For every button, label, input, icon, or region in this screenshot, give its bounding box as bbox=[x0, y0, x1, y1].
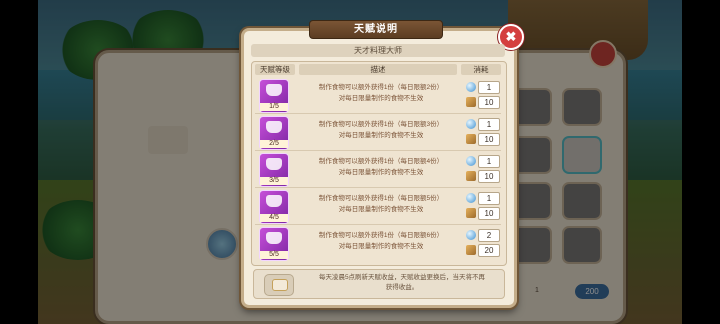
row-description: 制作食物可以额外获得1份（每日限额5份） 对每日限量制作的食物不生效 bbox=[301, 193, 461, 215]
row-description: 制作食物可以额外获得1份（每日限额4份） 对每日限量制作的食物不生效 bbox=[301, 156, 461, 178]
orb-icon bbox=[466, 119, 476, 129]
row-cost: 2 20 bbox=[464, 226, 504, 260]
footer-line: 获得收益。 bbox=[385, 284, 419, 291]
orb-cost: 2 bbox=[478, 229, 500, 242]
table-row: 3/5 制作食物可以额外获得1份（每日限额4份） 对每日限量制作的食物不生效 1 … bbox=[255, 152, 504, 187]
orb-icon bbox=[466, 230, 476, 240]
row-cost: 1 10 bbox=[464, 115, 504, 149]
row-description: 制作食物可以额外获得1份（每日限额6份） 对每日限量制作的食物不生效 bbox=[301, 230, 461, 252]
talent-level-icon: 2/5 bbox=[259, 116, 289, 150]
book-cost: 10 bbox=[478, 207, 500, 220]
cake-icon bbox=[272, 279, 288, 291]
table-row: 2/5 制作食物可以额外获得1份（每日限额3份） 对每日限量制作的食物不生效 1 … bbox=[255, 115, 504, 150]
level-label: 3/5 bbox=[260, 177, 288, 185]
footer-note: 每天凌晨5点刷新天赋收益，天赋收益更换后，当天将不再 获得收益。 bbox=[306, 273, 498, 293]
table-row: 1/5 制作食物可以额外获得1份（每日限额2份） 对每日限量制作的食物不生效 1 … bbox=[255, 78, 504, 113]
desc-line: 制作食物可以额外获得1份（每日限额6份） bbox=[318, 232, 444, 239]
book-cost: 10 bbox=[478, 96, 500, 109]
desc-line: 对每日限量制作的食物不生效 bbox=[338, 169, 424, 176]
orb-icon bbox=[466, 156, 476, 166]
column-header-desc: 描述 bbox=[299, 64, 457, 75]
orb-cost: 1 bbox=[478, 118, 500, 131]
row-description: 制作食物可以额外获得1份（每日限额3份） 对每日限量制作的食物不生效 bbox=[301, 119, 461, 141]
talent-name: 天才料理大师 bbox=[251, 44, 505, 57]
talent-level-icon: 1/5 bbox=[259, 79, 289, 113]
chef-hat-icon bbox=[266, 121, 282, 133]
row-cost: 1 10 bbox=[464, 189, 504, 223]
orb-cost: 1 bbox=[478, 81, 500, 94]
column-header-cost: 消耗 bbox=[461, 64, 501, 75]
desc-line: 制作食物可以额外获得1份（每日限额2份） bbox=[318, 84, 444, 91]
desc-line: 对每日限量制作的食物不生效 bbox=[338, 95, 424, 102]
level-label: 5/5 bbox=[260, 251, 288, 259]
desc-line: 对每日限量制作的食物不生效 bbox=[338, 132, 424, 139]
divider bbox=[255, 150, 501, 151]
chef-hat-icon bbox=[266, 232, 282, 244]
book-cost: 10 bbox=[478, 133, 500, 146]
desc-line: 制作食物可以额外获得1份（每日限额5份） bbox=[318, 195, 444, 202]
level-label: 1/5 bbox=[260, 103, 288, 111]
divider bbox=[255, 224, 501, 225]
book-icon bbox=[466, 97, 476, 107]
desc-line: 制作食物可以额外获得1份（每日限额4份） bbox=[318, 158, 444, 165]
book-cost: 20 bbox=[478, 244, 500, 257]
row-cost: 1 10 bbox=[464, 152, 504, 186]
book-icon bbox=[466, 171, 476, 181]
talent-level-icon: 3/5 bbox=[259, 153, 289, 187]
orb-cost: 1 bbox=[478, 155, 500, 168]
chef-hat-icon bbox=[266, 158, 282, 170]
table-row: 5/5 制作食物可以额外获得1份（每日限额6份） 对每日限量制作的食物不生效 2 … bbox=[255, 226, 504, 261]
dialog-title: 天赋说明 bbox=[309, 20, 443, 39]
desc-line: 对每日限量制作的食物不生效 bbox=[338, 206, 424, 213]
talent-level-icon: 5/5 bbox=[259, 227, 289, 261]
food-plate-icon bbox=[264, 274, 294, 296]
desc-line: 对每日限量制作的食物不生效 bbox=[338, 243, 424, 250]
table-row: 4/5 制作食物可以额外获得1份（每日限额5份） 对每日限量制作的食物不生效 1 … bbox=[255, 189, 504, 224]
book-icon bbox=[466, 208, 476, 218]
desc-line: 制作食物可以额外获得1份（每日限额3份） bbox=[318, 121, 444, 128]
orb-icon bbox=[466, 82, 476, 92]
divider bbox=[255, 187, 501, 188]
row-description: 制作食物可以额外获得1份（每日限额2份） 对每日限量制作的食物不生效 bbox=[301, 82, 461, 104]
orb-icon bbox=[466, 193, 476, 203]
letterbox-right bbox=[682, 0, 720, 324]
book-icon bbox=[466, 245, 476, 255]
level-label: 2/5 bbox=[260, 140, 288, 148]
orb-cost: 1 bbox=[478, 192, 500, 205]
chef-hat-icon bbox=[266, 195, 282, 207]
chef-hat-icon bbox=[266, 84, 282, 96]
level-label: 4/5 bbox=[260, 214, 288, 222]
letterbox-left bbox=[0, 0, 38, 324]
column-header-level: 天赋等级 bbox=[255, 64, 295, 75]
divider bbox=[255, 113, 501, 114]
row-cost: 1 10 bbox=[464, 78, 504, 112]
book-cost: 10 bbox=[478, 170, 500, 183]
footer-line: 每天凌晨5点刷新天赋收益，天赋收益更换后，当天将不再 bbox=[318, 274, 486, 281]
talent-level-icon: 4/5 bbox=[259, 190, 289, 224]
book-icon bbox=[466, 134, 476, 144]
